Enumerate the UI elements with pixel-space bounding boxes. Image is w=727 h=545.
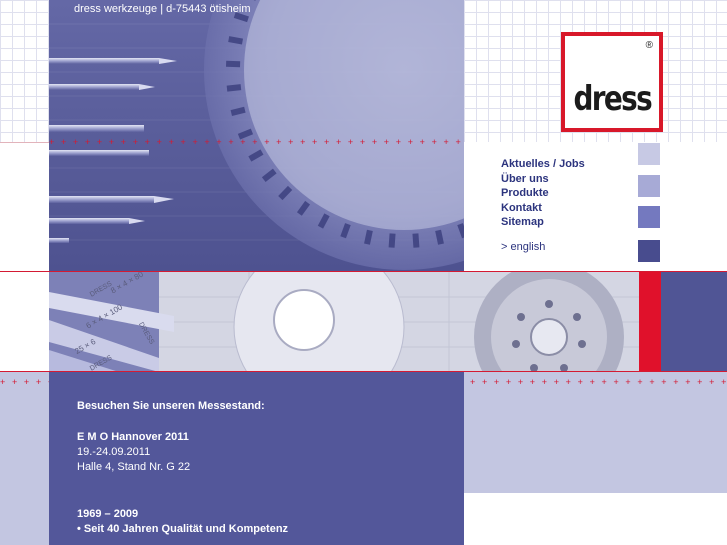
hero-image: dress werkzeuge | d-75443 ötisheim [49, 0, 464, 272]
logo-wordmark: dress [573, 79, 652, 119]
band-left-white [0, 272, 49, 372]
dress-logo[interactable]: ® dress [561, 32, 663, 132]
red-plus-divider-top-left [0, 142, 49, 143]
company-years: 1969 – 2009 [77, 508, 139, 520]
bottom-right-panel [464, 372, 727, 493]
nav-item-kontakt[interactable]: Kontakt [501, 201, 585, 216]
red-plus-divider-bottom-right: + + + + + + + + + + + + + + + + + + + + … [470, 378, 727, 387]
red-plus-divider-top: + + + + + + + + + + + + + + + + + + + + … [49, 138, 464, 147]
band-image: 8 × 4 × 80 DRESS 6 × 4 × 100 DRESS 25 × … [49, 272, 639, 372]
color-square-4 [638, 240, 660, 262]
white-panel-left [0, 142, 49, 272]
red-plus-divider-bottom-left: + + + + + + [0, 378, 49, 387]
bottom-left-panel [0, 372, 49, 545]
grid-background-left [0, 0, 49, 142]
company-tagline: • Seit 40 Jahren Qualität und Kompetenz [77, 523, 289, 535]
main-navigation: Aktuelles / Jobs Über uns Produkte Konta… [501, 157, 585, 230]
event-location: Halle 4, Stand Nr. G 22 [77, 461, 191, 473]
color-square-1 [638, 143, 660, 165]
language-link-english[interactable]: > english [501, 241, 545, 253]
registered-mark: ® [645, 40, 653, 51]
saw-blade-illustration [49, 0, 464, 270]
nav-item-aktuelles-jobs[interactable]: Aktuelles / Jobs [501, 157, 585, 172]
color-square-3 [638, 206, 660, 228]
band-right-blue [661, 272, 727, 372]
messe-heading: Besuchen Sie unseren Messestand: [77, 400, 265, 412]
nav-item-produkte[interactable]: Produkte [501, 186, 585, 201]
nav-item-ueber-uns[interactable]: Über uns [501, 172, 585, 187]
band-red-accent [639, 272, 661, 372]
event-dates: 19.-24.09.2011 [77, 446, 151, 458]
cutting-tools-illustration [49, 272, 639, 372]
company-address-text: dress werkzeuge | d-75443 ötisheim [74, 3, 251, 15]
bottom-right-white [464, 493, 727, 545]
color-square-2 [638, 175, 660, 197]
event-name: E M O Hannover 2011 [77, 431, 189, 443]
nav-item-sitemap[interactable]: Sitemap [501, 215, 585, 230]
